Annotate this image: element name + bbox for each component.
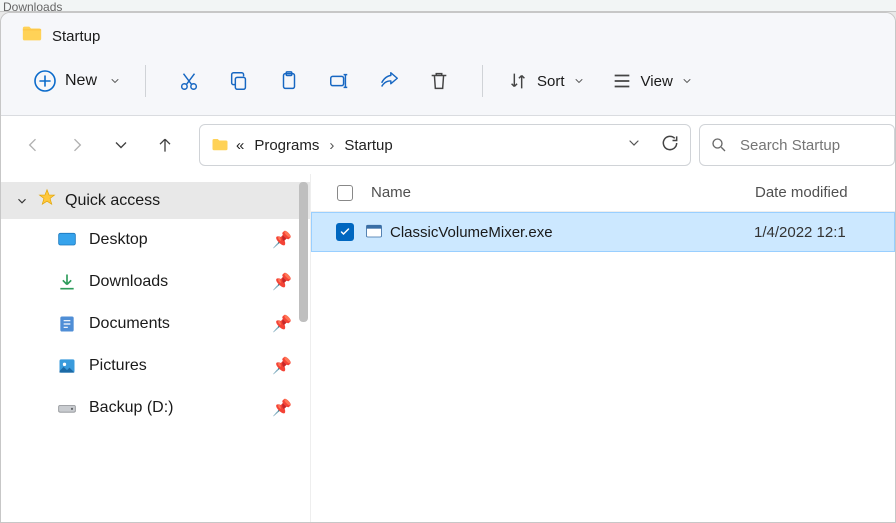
view-button[interactable]: View xyxy=(605,66,699,96)
command-bar: New S xyxy=(1,55,895,116)
sidebar-item-backup[interactable]: Backup (D:) 📌 xyxy=(1,387,310,429)
window-title: Startup xyxy=(52,28,100,45)
file-row[interactable]: ClassicVolumeMixer.exe 1/4/2022 12:1 xyxy=(311,212,895,252)
column-headers: ˆ Name Date modified xyxy=(311,174,895,212)
sidebar-item-documents[interactable]: Documents 📌 xyxy=(1,303,310,345)
file-name: ClassicVolumeMixer.exe xyxy=(390,224,553,241)
sidebar-item-label: Desktop xyxy=(89,231,148,249)
chevron-right-icon[interactable]: › xyxy=(329,137,334,154)
sort-indicator-icon: ˆ xyxy=(636,174,640,183)
sidebar-item-label: Backup (D:) xyxy=(89,399,173,417)
sidebar-item-label: Documents xyxy=(89,315,170,333)
sidebar-item-pictures[interactable]: Pictures 📌 xyxy=(1,345,310,387)
breadcrumb[interactable]: « Programs › Startup xyxy=(236,137,393,154)
breadcrumb-seg[interactable]: Programs xyxy=(254,137,319,154)
select-all-checkbox[interactable] xyxy=(337,185,353,201)
nav-buttons xyxy=(19,124,191,166)
sort-label: Sort xyxy=(537,73,565,90)
rename-button[interactable] xyxy=(316,66,362,96)
folder-icon xyxy=(210,136,230,154)
sidebar-item-desktop[interactable]: Desktop 📌 xyxy=(1,219,310,261)
up-button[interactable] xyxy=(151,131,179,159)
sidebar-item-downloads[interactable]: Downloads 📌 xyxy=(1,261,310,303)
search-icon xyxy=(710,136,728,154)
row-checkbox[interactable] xyxy=(336,223,354,241)
column-date[interactable]: Date modified xyxy=(755,184,895,201)
paste-button[interactable] xyxy=(266,66,312,96)
refresh-button[interactable] xyxy=(660,133,680,157)
pin-icon: 📌 xyxy=(272,356,292,376)
exe-icon xyxy=(364,222,384,242)
address-bar[interactable]: « Programs › Startup xyxy=(199,124,691,166)
explorer-window: Startup New xyxy=(0,12,896,523)
title-bar: Startup xyxy=(1,13,895,55)
breadcrumb-seg[interactable]: Startup xyxy=(344,137,392,154)
scrollbar-thumb[interactable] xyxy=(299,182,308,322)
sort-button[interactable]: Sort xyxy=(501,66,591,96)
new-button-label: New xyxy=(65,72,97,90)
cut-button[interactable] xyxy=(166,66,212,96)
sidebar-item-label: Pictures xyxy=(89,357,147,375)
pin-icon: 📌 xyxy=(272,398,292,418)
address-dropdown[interactable] xyxy=(626,135,642,155)
divider xyxy=(482,65,483,97)
chevron-down-icon xyxy=(109,75,121,87)
delete-button[interactable] xyxy=(416,66,462,96)
pin-icon: 📌 xyxy=(272,314,292,334)
chevron-down-icon xyxy=(681,75,693,87)
chevron-down-icon xyxy=(15,194,29,208)
quick-access-label: Quick access xyxy=(65,192,160,210)
pictures-icon xyxy=(57,356,77,376)
view-label: View xyxy=(641,73,673,90)
recent-locations-button[interactable] xyxy=(107,131,135,159)
back-button[interactable] xyxy=(19,131,47,159)
folder-icon xyxy=(21,23,43,49)
column-name[interactable]: Name xyxy=(353,184,755,201)
pin-icon: 📌 xyxy=(272,272,292,292)
drive-icon xyxy=(57,398,77,418)
pin-icon: 📌 xyxy=(272,230,292,250)
navigation-row: « Programs › Startup xyxy=(1,116,895,174)
background-window-title: Downloads xyxy=(0,0,896,12)
new-button[interactable]: New xyxy=(27,65,127,97)
desktop-icon xyxy=(57,230,77,250)
navigation-pane: Quick access Desktop 📌 Downloads 📌 Docum… xyxy=(1,174,311,523)
share-button[interactable] xyxy=(366,66,412,96)
check-icon xyxy=(339,226,351,238)
file-date: 1/4/2022 12:1 xyxy=(754,224,894,241)
copy-button[interactable] xyxy=(216,66,262,96)
forward-button[interactable] xyxy=(63,131,91,159)
download-icon xyxy=(57,272,77,292)
search-input[interactable] xyxy=(738,136,858,155)
chevron-down-icon xyxy=(573,75,585,87)
sidebar-item-label: Downloads xyxy=(89,273,168,291)
divider xyxy=(145,65,146,97)
breadcrumb-ellipsis[interactable]: « xyxy=(236,137,244,154)
document-icon xyxy=(57,314,77,334)
file-list: ˆ Name Date modified ClassicVolumeMixer.… xyxy=(311,174,895,523)
quick-access-header[interactable]: Quick access xyxy=(1,182,310,219)
star-icon xyxy=(37,188,57,213)
search-box[interactable] xyxy=(699,124,895,166)
